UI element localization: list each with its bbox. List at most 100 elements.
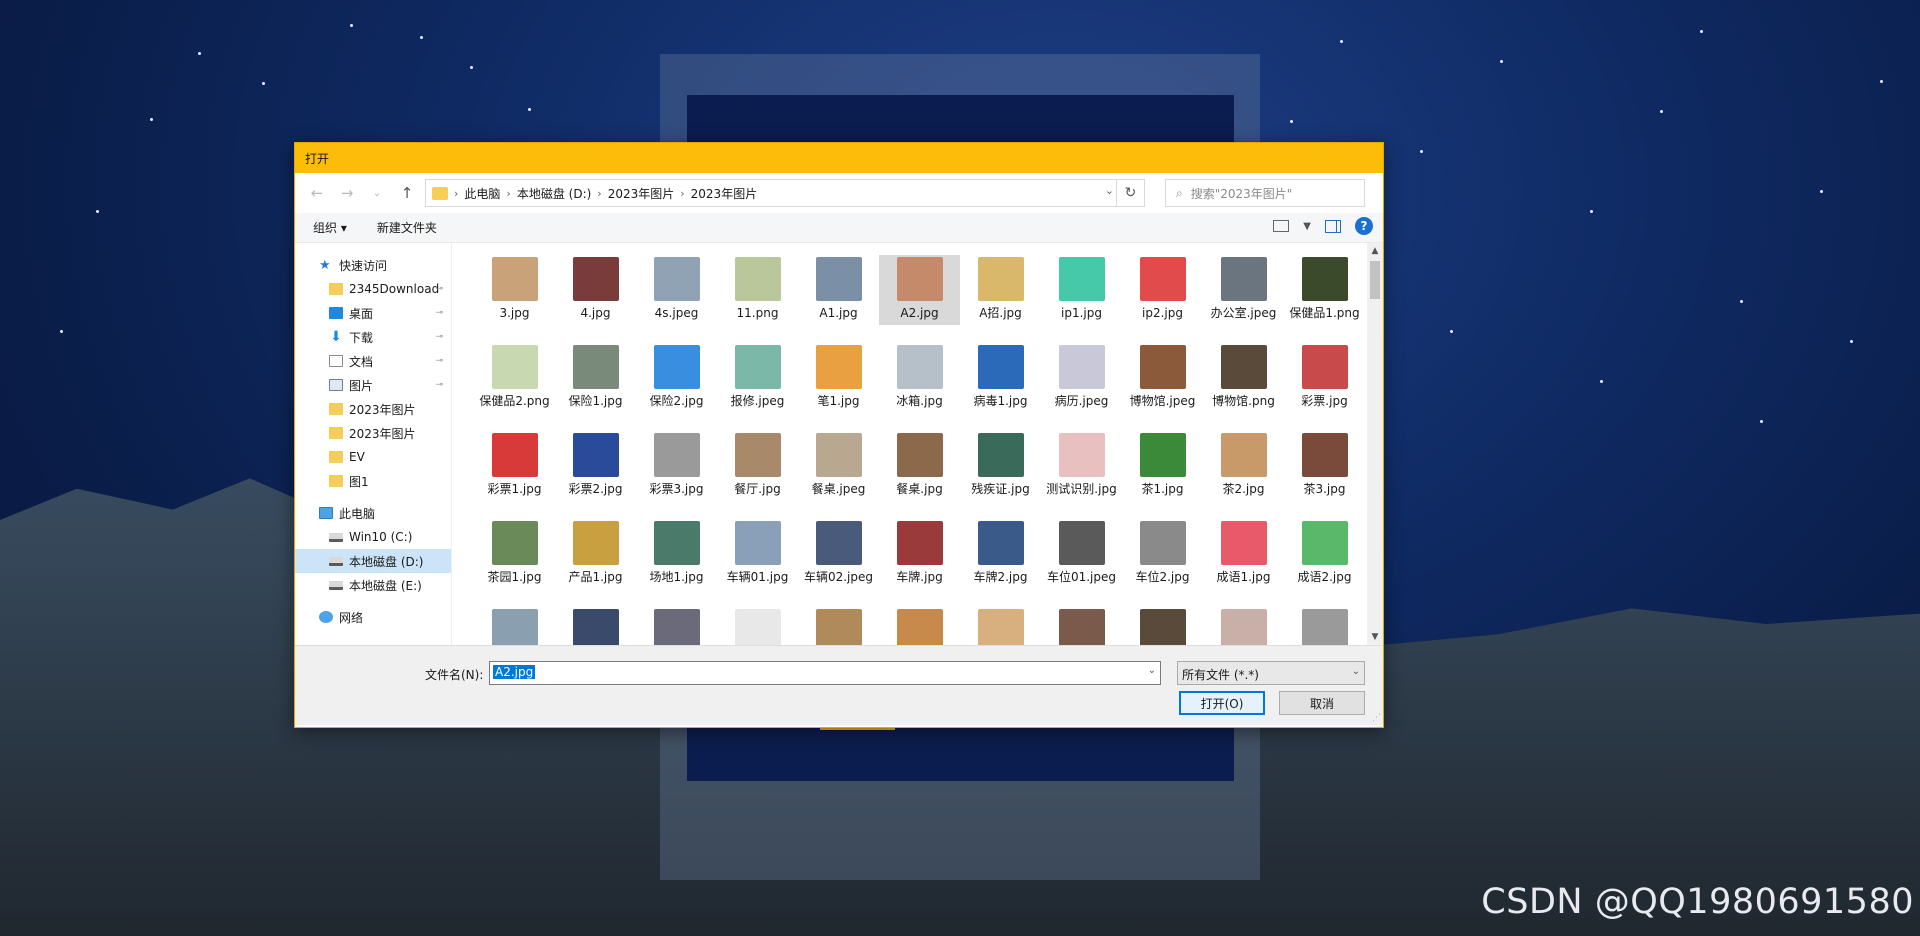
file-item[interactable]: 茶2.jpg (1203, 431, 1284, 519)
vertical-scrollbar[interactable]: ▲ ▼ (1367, 243, 1383, 645)
chevron-down-icon[interactable]: ▼ (1303, 221, 1311, 232)
file-item[interactable] (474, 607, 555, 645)
file-item[interactable]: A招.jpg (960, 255, 1041, 343)
breadcrumb-item[interactable]: 此电脑 (464, 185, 500, 202)
sidebar-item[interactable]: 本地磁盘 (E:) (295, 573, 451, 597)
help-icon[interactable]: ? (1355, 217, 1373, 235)
sidebar-item[interactable]: 图片 ⊸ (295, 373, 451, 397)
breadcrumb-item[interactable]: 本地磁盘 (D:) (517, 185, 591, 202)
filename-input[interactable]: A2.jpg ⌄ (489, 661, 1161, 685)
file-item[interactable]: 茶3.jpg (1284, 431, 1365, 519)
file-item[interactable]: 车位01.jpeg (1041, 519, 1122, 607)
file-item[interactable]: ip2.jpg (1122, 255, 1203, 343)
file-item[interactable] (960, 607, 1041, 645)
file-item[interactable] (636, 607, 717, 645)
file-item[interactable]: 餐桌.jpeg (798, 431, 879, 519)
file-item[interactable]: 残疾证.jpg (960, 431, 1041, 519)
file-item[interactable]: 彩票3.jpg (636, 431, 717, 519)
file-item[interactable]: 测试识别.jpg (1041, 431, 1122, 519)
scrollbar-thumb[interactable] (1370, 261, 1380, 299)
chevron-right-icon[interactable]: › (597, 187, 601, 200)
file-item[interactable]: 车辆01.jpg (717, 519, 798, 607)
cancel-button[interactable]: 取消 (1279, 691, 1365, 715)
file-item[interactable] (1284, 607, 1365, 645)
file-item[interactable]: 4s.jpeg (636, 255, 717, 343)
chevron-down-icon[interactable]: ⌄ (1148, 665, 1156, 676)
file-item[interactable]: 餐桌.jpg (879, 431, 960, 519)
forward-arrow-icon[interactable]: → (335, 181, 359, 205)
file-item[interactable] (798, 607, 879, 645)
file-item[interactable]: 病历.jpeg (1041, 343, 1122, 431)
sidebar-item[interactable]: 桌面 ⊸ (295, 301, 451, 325)
scroll-up-icon[interactable]: ▲ (1367, 243, 1383, 259)
file-item[interactable]: 保健品1.png (1284, 255, 1365, 343)
sidebar-item[interactable]: ⬇ 下载 ⊸ (295, 325, 451, 349)
chevron-right-icon[interactable]: › (454, 187, 458, 200)
file-item[interactable] (1041, 607, 1122, 645)
dialog-titlebar[interactable]: 打开 (295, 143, 1383, 173)
sidebar-item[interactable]: 文档 ⊸ (295, 349, 451, 373)
file-item[interactable] (555, 607, 636, 645)
file-item[interactable]: 保健品2.png (474, 343, 555, 431)
recent-dropdown-icon[interactable]: ⌄ (365, 181, 389, 205)
file-item[interactable]: 博物馆.png (1203, 343, 1284, 431)
breadcrumb-item[interactable]: 2023年图片 (608, 185, 675, 202)
sidebar-item[interactable]: ★ 快速访问 (295, 253, 451, 277)
sidebar-item[interactable]: EV (295, 445, 451, 469)
up-arrow-icon[interactable]: ↑ (395, 181, 419, 205)
sidebar-item[interactable]: 2023年图片 (295, 421, 451, 445)
file-item[interactable]: 成语1.jpg (1203, 519, 1284, 607)
chevron-down-icon[interactable]: ⌄ (1105, 184, 1114, 197)
sidebar-item[interactable]: 此电脑 (295, 501, 451, 525)
breadcrumb-item[interactable]: 2023年图片 (691, 185, 758, 202)
file-item[interactable] (1122, 607, 1203, 645)
file-item[interactable]: 笔1.jpg (798, 343, 879, 431)
file-item[interactable]: 彩票1.jpg (474, 431, 555, 519)
file-item[interactable]: 成语2.jpg (1284, 519, 1365, 607)
file-item[interactable]: 茶园1.jpg (474, 519, 555, 607)
resize-grip-icon[interactable]: ⋰ (1372, 713, 1381, 723)
file-item[interactable]: 保险1.jpg (555, 343, 636, 431)
file-item[interactable]: 4.jpg (555, 255, 636, 343)
file-item[interactable]: ip1.jpg (1041, 255, 1122, 343)
chevron-right-icon[interactable]: › (506, 187, 510, 200)
file-item[interactable]: 3.jpg (474, 255, 555, 343)
sidebar-item[interactable]: Win10 (C:) (295, 525, 451, 549)
sidebar-item[interactable]: 图1 (295, 469, 451, 493)
file-item[interactable]: 产品1.jpg (555, 519, 636, 607)
file-item[interactable]: 博物馆.jpeg (1122, 343, 1203, 431)
file-item[interactable]: 彩票.jpg (1284, 343, 1365, 431)
search-box[interactable]: ⌕ 搜索"2023年图片" (1165, 179, 1365, 207)
view-mode-icon[interactable] (1273, 220, 1290, 232)
file-item[interactable]: A1.jpg (798, 255, 879, 343)
file-item[interactable]: 茶1.jpg (1122, 431, 1203, 519)
file-item[interactable] (1203, 607, 1284, 645)
file-list[interactable]: 3.jpg 4.jpg 4s.jpeg 11.png A1.jpg A2.jpg A招.jp… (452, 243, 1383, 645)
file-item[interactable]: 车位2.jpg (1122, 519, 1203, 607)
file-item[interactable]: 车牌.jpg (879, 519, 960, 607)
file-item[interactable]: A2.jpg (879, 255, 960, 325)
preview-pane-icon[interactable] (1325, 219, 1341, 233)
file-item[interactable]: 场地1.jpg (636, 519, 717, 607)
file-item[interactable]: 餐厅.jpg (717, 431, 798, 519)
file-item[interactable]: 病毒1.jpg (960, 343, 1041, 431)
navigation-pane[interactable]: ★ 快速访问 2345Download ⊸ 桌面 ⊸ ⬇ 下载 ⊸ 文档 ⊸ 图片 ⊸ 2023年图片 20… (295, 243, 452, 645)
filetype-select[interactable]: 所有文件 (*.*) ⌄ (1177, 661, 1365, 685)
file-item[interactable] (879, 607, 960, 645)
scroll-down-icon[interactable]: ▼ (1367, 629, 1383, 645)
sidebar-item[interactable]: 网络 (295, 605, 451, 629)
refresh-icon[interactable]: ↻ (1116, 180, 1144, 206)
open-button[interactable]: 打开(O) (1179, 691, 1265, 715)
file-item[interactable]: 冰箱.jpg (879, 343, 960, 431)
organize-button[interactable]: 组织 ▾ (313, 219, 347, 236)
file-item[interactable]: 车牌2.jpg (960, 519, 1041, 607)
file-item[interactable]: 彩票2.jpg (555, 431, 636, 519)
sidebar-item[interactable]: 2345Download ⊸ (295, 277, 451, 301)
file-item[interactable]: 保险2.jpg (636, 343, 717, 431)
back-arrow-icon[interactable]: ← (305, 181, 329, 205)
file-item[interactable]: 11.png (717, 255, 798, 343)
file-item[interactable] (717, 607, 798, 645)
file-item[interactable]: 车辆02.jpeg (798, 519, 879, 607)
chevron-right-icon[interactable]: › (680, 187, 684, 200)
file-item[interactable]: 办公室.jpeg (1203, 255, 1284, 343)
